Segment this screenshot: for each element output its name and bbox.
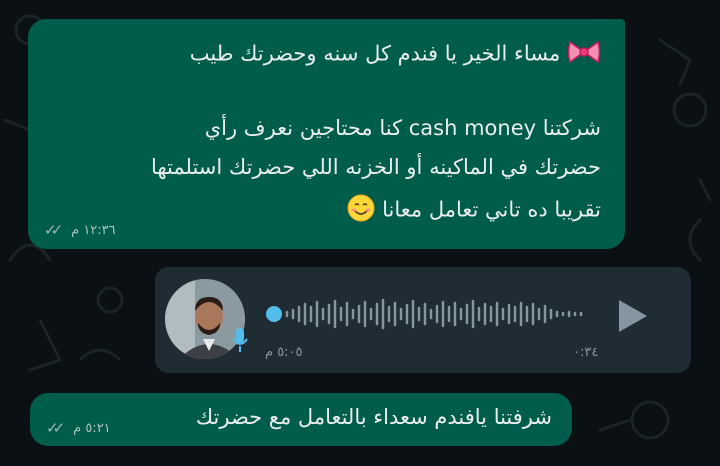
voice-note-time: ٥:٠٥ م [265,345,303,360]
double-check-icon: ✓✓ [46,419,65,437]
double-check-icon: ✓✓ [44,221,63,239]
message-time: ١٢:٣٦ م [71,222,116,238]
mic-icon [231,327,249,357]
message-text: شرفتنا يافندم سعداء بالتعامل مع حضرتك [195,405,552,429]
voice-note-duration: ٠:٣٤ [573,345,599,360]
outgoing-message[interactable]: شرفتنا يافندم سعداء بالتعامل مع حضرتك ✓✓… [30,393,572,446]
message-time: ٥:٢١ م [73,420,111,436]
outgoing-message[interactable]: مساء الخير يا فندم كل سنه وحضرتك طيب شرك… [28,19,625,249]
message-meta: ✓✓ ٥:٢١ م [46,419,111,437]
message-line: حضرتك في الماكينه أو الخزنه اللي حضرتك ا… [150,155,601,179]
message-line: شركتنا cash money كنا محتاجين نعرف رأي [204,116,601,140]
message-line: تقريبا ده تاني تعامل معانا [347,194,601,227]
voice-note-message[interactable]: ٥:٠٥ م ٠:٣٤ [155,267,691,373]
audio-waveform[interactable] [265,297,605,331]
smiling-face-emoji [347,194,375,227]
bow-emoji [567,39,601,70]
message-meta: ✓✓ ١٢:٣٦ م [44,221,116,239]
message-line: مساء الخير يا فندم كل سنه وحضرتك طيب [190,39,601,70]
play-icon[interactable] [615,297,649,339]
